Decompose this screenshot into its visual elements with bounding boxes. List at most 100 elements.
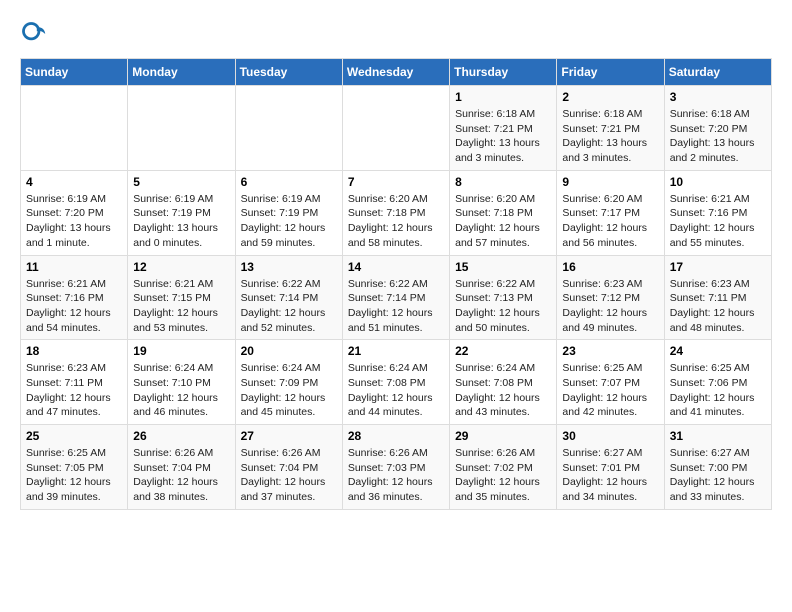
- day-info: Sunrise: 6:19 AM Sunset: 7:19 PM Dayligh…: [241, 192, 337, 251]
- calendar-cell: 11 Sunrise: 6:21 AM Sunset: 7:16 PM Dayli…: [21, 255, 128, 340]
- calendar-cell: 26 Sunrise: 6:26 AM Sunset: 7:04 PM Dayli…: [128, 425, 235, 510]
- day-info: Sunrise: 6:27 AM Sunset: 7:00 PM Dayligh…: [670, 446, 766, 505]
- day-info: Sunrise: 6:26 AM Sunset: 7:04 PM Dayligh…: [133, 446, 229, 505]
- day-number: 1: [455, 90, 551, 104]
- day-number: 5: [133, 175, 229, 189]
- day-header-tuesday: Tuesday: [235, 59, 342, 86]
- day-number: 17: [670, 260, 766, 274]
- day-number: 12: [133, 260, 229, 274]
- day-info: Sunrise: 6:23 AM Sunset: 7:11 PM Dayligh…: [26, 361, 122, 420]
- day-number: 2: [562, 90, 658, 104]
- day-info: Sunrise: 6:21 AM Sunset: 7:16 PM Dayligh…: [26, 277, 122, 336]
- week-row-5: 25 Sunrise: 6:25 AM Sunset: 7:05 PM Dayli…: [21, 425, 772, 510]
- calendar-cell: 15Sunrise: 6:22 AM Sunset: 7:13 PM Dayli…: [450, 255, 557, 340]
- day-number: 19: [133, 344, 229, 358]
- calendar-cell: 13 Sunrise: 6:22 AM Sunset: 7:14 PM Dayli…: [235, 255, 342, 340]
- calendar-cell: 17 Sunrise: 6:23 AM Sunset: 7:11 PM Dayli…: [664, 255, 771, 340]
- day-number: 31: [670, 429, 766, 443]
- calendar-cell: 2 Sunrise: 6:18 AM Sunset: 7:21 PM Daylig…: [557, 86, 664, 171]
- calendar-cell: 19 Sunrise: 6:24 AM Sunset: 7:10 PM Dayli…: [128, 340, 235, 425]
- calendar-cell: 30 Sunrise: 6:27 AM Sunset: 7:01 PM Dayli…: [557, 425, 664, 510]
- calendar-cell: 7Sunrise: 6:20 AM Sunset: 7:18 PM Daylig…: [342, 170, 449, 255]
- week-row-1: 1 Sunrise: 6:18 AM Sunset: 7:21 PM Daylig…: [21, 86, 772, 171]
- day-number: 9: [562, 175, 658, 189]
- calendar-cell: 6 Sunrise: 6:19 AM Sunset: 7:19 PM Daylig…: [235, 170, 342, 255]
- day-info: Sunrise: 6:20 AM Sunset: 7:17 PM Dayligh…: [562, 192, 658, 251]
- day-info: Sunrise: 6:24 AM Sunset: 7:09 PM Dayligh…: [241, 361, 337, 420]
- week-row-2: 4 Sunrise: 6:19 AM Sunset: 7:20 PM Daylig…: [21, 170, 772, 255]
- day-info: Sunrise: 6:24 AM Sunset: 7:08 PM Dayligh…: [348, 361, 444, 420]
- day-number: 21: [348, 344, 444, 358]
- calendar-cell: [21, 86, 128, 171]
- day-number: 18: [26, 344, 122, 358]
- day-number: 3: [670, 90, 766, 104]
- day-info: Sunrise: 6:25 AM Sunset: 7:05 PM Dayligh…: [26, 446, 122, 505]
- day-header-wednesday: Wednesday: [342, 59, 449, 86]
- day-number: 13: [241, 260, 337, 274]
- calendar-cell: 4 Sunrise: 6:19 AM Sunset: 7:20 PM Daylig…: [21, 170, 128, 255]
- calendar-cell: 24 Sunrise: 6:25 AM Sunset: 7:06 PM Dayli…: [664, 340, 771, 425]
- calendar-cell: 18 Sunrise: 6:23 AM Sunset: 7:11 PM Dayli…: [21, 340, 128, 425]
- calendar-cell: 9 Sunrise: 6:20 AM Sunset: 7:17 PM Daylig…: [557, 170, 664, 255]
- calendar-cell: 27Sunrise: 6:26 AM Sunset: 7:04 PM Dayli…: [235, 425, 342, 510]
- day-info: Sunrise: 6:18 AM Sunset: 7:21 PM Dayligh…: [562, 107, 658, 166]
- calendar-cell: [235, 86, 342, 171]
- day-header-thursday: Thursday: [450, 59, 557, 86]
- calendar-cell: 31 Sunrise: 6:27 AM Sunset: 7:00 PM Dayli…: [664, 425, 771, 510]
- day-info: Sunrise: 6:18 AM Sunset: 7:20 PM Dayligh…: [670, 107, 766, 166]
- day-info: Sunrise: 6:19 AM Sunset: 7:20 PM Dayligh…: [26, 192, 122, 251]
- calendar-table: SundayMondayTuesdayWednesdayThursdayFrid…: [20, 58, 772, 510]
- day-header-sunday: Sunday: [21, 59, 128, 86]
- day-info: Sunrise: 6:20 AM Sunset: 7:18 PM Dayligh…: [348, 192, 444, 251]
- day-number: 24: [670, 344, 766, 358]
- calendar-cell: 8Sunrise: 6:20 AM Sunset: 7:18 PM Daylig…: [450, 170, 557, 255]
- calendar-cell: 25 Sunrise: 6:25 AM Sunset: 7:05 PM Dayli…: [21, 425, 128, 510]
- day-number: 27: [241, 429, 337, 443]
- day-number: 23: [562, 344, 658, 358]
- day-info: Sunrise: 6:21 AM Sunset: 7:16 PM Dayligh…: [670, 192, 766, 251]
- logo-icon: [20, 20, 48, 48]
- day-info: Sunrise: 6:25 AM Sunset: 7:06 PM Dayligh…: [670, 361, 766, 420]
- calendar-body: 1 Sunrise: 6:18 AM Sunset: 7:21 PM Daylig…: [21, 86, 772, 510]
- day-info: Sunrise: 6:27 AM Sunset: 7:01 PM Dayligh…: [562, 446, 658, 505]
- calendar-cell: 23 Sunrise: 6:25 AM Sunset: 7:07 PM Dayli…: [557, 340, 664, 425]
- day-info: Sunrise: 6:22 AM Sunset: 7:14 PM Dayligh…: [348, 277, 444, 336]
- day-number: 16: [562, 260, 658, 274]
- calendar-cell: [128, 86, 235, 171]
- week-row-4: 18 Sunrise: 6:23 AM Sunset: 7:11 PM Dayli…: [21, 340, 772, 425]
- day-number: 4: [26, 175, 122, 189]
- calendar-cell: 1 Sunrise: 6:18 AM Sunset: 7:21 PM Daylig…: [450, 86, 557, 171]
- calendar-header: SundayMondayTuesdayWednesdayThursdayFrid…: [21, 59, 772, 86]
- day-number: 29: [455, 429, 551, 443]
- calendar-cell: 28 Sunrise: 6:26 AM Sunset: 7:03 PM Dayli…: [342, 425, 449, 510]
- day-info: Sunrise: 6:24 AM Sunset: 7:10 PM Dayligh…: [133, 361, 229, 420]
- day-info: Sunrise: 6:26 AM Sunset: 7:03 PM Dayligh…: [348, 446, 444, 505]
- calendar-cell: [342, 86, 449, 171]
- day-info: Sunrise: 6:21 AM Sunset: 7:15 PM Dayligh…: [133, 277, 229, 336]
- day-info: Sunrise: 6:24 AM Sunset: 7:08 PM Dayligh…: [455, 361, 551, 420]
- day-number: 26: [133, 429, 229, 443]
- day-number: 11: [26, 260, 122, 274]
- calendar-cell: 16 Sunrise: 6:23 AM Sunset: 7:12 PM Dayli…: [557, 255, 664, 340]
- day-number: 20: [241, 344, 337, 358]
- day-info: Sunrise: 6:18 AM Sunset: 7:21 PM Dayligh…: [455, 107, 551, 166]
- calendar-cell: 10Sunrise: 6:21 AM Sunset: 7:16 PM Dayli…: [664, 170, 771, 255]
- day-header-friday: Friday: [557, 59, 664, 86]
- day-number: 28: [348, 429, 444, 443]
- week-row-3: 11 Sunrise: 6:21 AM Sunset: 7:16 PM Dayli…: [21, 255, 772, 340]
- calendar-cell: 14Sunrise: 6:22 AM Sunset: 7:14 PM Dayli…: [342, 255, 449, 340]
- calendar-cell: 5 Sunrise: 6:19 AM Sunset: 7:19 PM Daylig…: [128, 170, 235, 255]
- day-info: Sunrise: 6:22 AM Sunset: 7:14 PM Dayligh…: [241, 277, 337, 336]
- calendar-cell: 12 Sunrise: 6:21 AM Sunset: 7:15 PM Dayli…: [128, 255, 235, 340]
- day-info: Sunrise: 6:26 AM Sunset: 7:02 PM Dayligh…: [455, 446, 551, 505]
- day-info: Sunrise: 6:23 AM Sunset: 7:11 PM Dayligh…: [670, 277, 766, 336]
- day-info: Sunrise: 6:23 AM Sunset: 7:12 PM Dayligh…: [562, 277, 658, 336]
- day-number: 25: [26, 429, 122, 443]
- day-number: 22: [455, 344, 551, 358]
- day-number: 8: [455, 175, 551, 189]
- calendar-cell: 3 Sunrise: 6:18 AM Sunset: 7:20 PM Daylig…: [664, 86, 771, 171]
- day-info: Sunrise: 6:25 AM Sunset: 7:07 PM Dayligh…: [562, 361, 658, 420]
- day-info: Sunrise: 6:19 AM Sunset: 7:19 PM Dayligh…: [133, 192, 229, 251]
- day-number: 30: [562, 429, 658, 443]
- day-number: 6: [241, 175, 337, 189]
